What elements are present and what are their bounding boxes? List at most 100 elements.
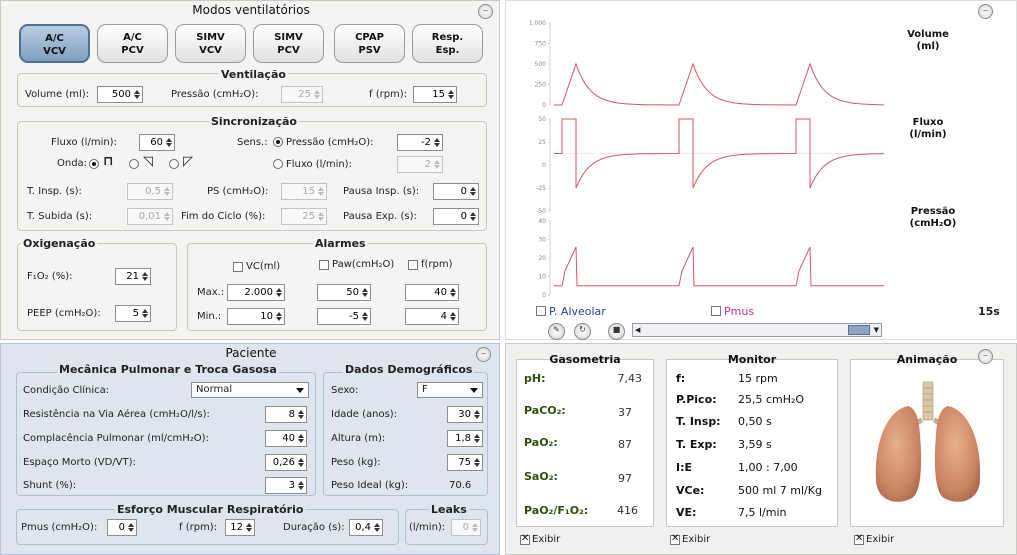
chart-1-tick-label: 50 xyxy=(538,116,546,123)
altura-label: Altura (m): xyxy=(331,433,386,444)
onda-square-radio[interactable] xyxy=(89,159,99,169)
square-wave-icon: ⊓ xyxy=(103,154,114,169)
pencil-icon[interactable]: ✎ xyxy=(548,323,565,340)
scrollbar-right-arrow[interactable]: ▼ xyxy=(874,326,879,334)
mecanica-title: Mecânica Pulmonar e Troca Gasosa xyxy=(57,363,279,376)
duracao-input[interactable]: 0,4 xyxy=(349,519,383,536)
paw-max-input[interactable]: 50 xyxy=(317,284,371,301)
fio2-input[interactable]: 21 xyxy=(115,268,151,285)
monitor-tinsp-value: 0,50 s xyxy=(738,415,772,428)
scrollbar-left-arrow[interactable]: ◀ xyxy=(635,326,640,334)
duracao-label: Duração (s): xyxy=(283,522,345,533)
vc-alarm-checkbox[interactable] xyxy=(233,262,243,272)
pao2-fio2-value: 416 xyxy=(617,504,638,517)
sao2-label: SaO₂: xyxy=(524,470,558,483)
pressao-chart-label: Pressão (cmH₂O) xyxy=(909,206,957,229)
gasometria-exibir-label: Exibir xyxy=(532,534,561,545)
peso-input[interactable]: 75 xyxy=(447,454,483,471)
espaco-morto-input[interactable]: 0,26 xyxy=(265,454,307,471)
resistencia-input[interactable]: 8 xyxy=(265,406,307,423)
tsubida-label: T. Subida (s): xyxy=(27,211,93,222)
fluxo-input[interactable]: 60 xyxy=(139,134,175,151)
monitor-vce-value: 500 ml 7 ml/Kg xyxy=(738,484,822,497)
paw-min-input[interactable]: -5 xyxy=(317,308,371,325)
charts-collapse-icon[interactable]: ‒ xyxy=(978,4,993,19)
pmus-checkbox[interactable] xyxy=(711,306,721,316)
fim-ciclo-label: Fim do Ciclo (%): xyxy=(181,211,266,222)
animacao-collapse-icon[interactable]: ‒ xyxy=(978,349,993,364)
sens-pressao-radio[interactable] xyxy=(273,137,283,147)
pmus-esforco-input[interactable]: 0 xyxy=(107,519,137,536)
ps-input[interactable]: 15 xyxy=(281,183,327,200)
min-label: Min.: xyxy=(197,311,222,322)
monitor-f-label: f: xyxy=(676,372,686,385)
mode-button-resp-esp[interactable]: Resp. Esp. xyxy=(412,24,483,63)
pao2-value: 87 xyxy=(618,438,632,451)
paco2-label: PaCO₂: xyxy=(524,404,566,417)
pausa-insp-label: Pausa Insp. (s): xyxy=(343,186,420,197)
animacao-exibir-checkbox[interactable] xyxy=(854,533,864,545)
paw-alarm-label: Paw(cmH₂O) xyxy=(332,259,395,270)
p-alveolar-checkbox[interactable] xyxy=(536,306,546,316)
modes-collapse-icon[interactable]: ‒ xyxy=(478,4,493,19)
monitor-exibir-checkbox[interactable] xyxy=(670,533,680,545)
pressao-input[interactable]: 25 xyxy=(281,86,323,103)
sens-fluxo-input[interactable]: 2 xyxy=(397,156,443,173)
pausa-exp-input[interactable]: 0 xyxy=(433,208,479,225)
timeline-scrollbar[interactable]: ◀ ▼ xyxy=(632,323,882,337)
chart-2-tick-label: 30 xyxy=(538,237,546,244)
bottom-right-panel: Gasometria pH: 7,43 PaCO₂: 37 PaO₂: 87 S… xyxy=(505,343,1017,555)
fluxo-label: Fluxo (l/min): xyxy=(51,137,117,148)
f-max-input[interactable]: 40 xyxy=(405,284,459,301)
mode-button-simv-vcv[interactable]: SIMV VCV xyxy=(175,24,246,63)
stop-icon[interactable]: ■ xyxy=(608,323,625,340)
scrollbar-thumb[interactable] xyxy=(848,325,870,335)
onda-ascending-radio[interactable] xyxy=(169,159,179,169)
tsubida-input[interactable]: 0,01 xyxy=(127,208,173,225)
volume-series-line xyxy=(554,62,885,106)
pmus-esforco-label: Pmus (cmH₂O): xyxy=(21,522,98,533)
onda-descending-radio[interactable] xyxy=(129,159,139,169)
complacencia-input[interactable]: 40 xyxy=(265,430,307,447)
sens-fluxo-radio[interactable] xyxy=(273,159,283,169)
fim-ciclo-input[interactable]: 25 xyxy=(281,208,327,225)
vc-max-input[interactable]: 2.000 xyxy=(227,284,285,301)
pausa-insp-input[interactable]: 0 xyxy=(433,183,479,200)
paciente-collapse-icon[interactable]: ‒ xyxy=(476,347,491,362)
condicao-select[interactable]: Normal xyxy=(191,382,309,398)
frequencia-label: f (rpm): xyxy=(369,89,408,100)
alarmes-title: Alarmes xyxy=(313,237,368,250)
idade-input[interactable]: 30 xyxy=(447,406,483,423)
mode-button-ac-pcv[interactable]: A/C PCV xyxy=(97,24,168,63)
volume-chart-label: Volume (ml) xyxy=(907,29,949,52)
paw-alarm-checkbox[interactable] xyxy=(319,260,329,270)
chart-0-tick-label: 1.000 xyxy=(529,20,546,27)
ph-label: pH: xyxy=(524,372,546,385)
mode-button-ac-vcv[interactable]: A/C VCV xyxy=(19,24,90,63)
leaks-input[interactable]: 0 xyxy=(451,519,481,536)
sens-pressao-input[interactable]: -2 xyxy=(397,134,443,151)
condicao-label: Condição Clínica: xyxy=(23,385,110,396)
mode-button-simv-pcv[interactable]: SIMV PCV xyxy=(253,24,324,63)
altura-input[interactable]: 1,8 xyxy=(447,430,483,447)
f-min-input[interactable]: 4 xyxy=(405,308,459,325)
paciente-panel: Paciente ‒ Mecânica Pulmonar e Troca Gas… xyxy=(0,343,500,555)
sens-pressao-label: Pressão (cmH₂O): xyxy=(286,137,374,148)
volume-input[interactable]: 500 xyxy=(97,86,143,103)
mode-button-cpap-psv[interactable]: CPAP PSV xyxy=(334,24,405,63)
shunt-input[interactable]: 3 xyxy=(265,477,307,494)
peep-input[interactable]: 5 xyxy=(115,305,151,322)
frequencia-input[interactable]: 15 xyxy=(413,86,457,103)
sexo-select[interactable]: F xyxy=(417,382,483,398)
gasometria-exibir-checkbox[interactable] xyxy=(520,533,530,545)
ventilacao-title: Ventilação xyxy=(219,68,288,81)
f-esforco-input[interactable]: 12 xyxy=(225,519,255,536)
tinsp-label: T. Insp. (s): xyxy=(27,186,82,197)
tinsp-input[interactable]: 0,5 xyxy=(127,183,173,200)
refresh-icon[interactable]: ↻ xyxy=(574,323,591,340)
descending-wave-icon: ◹ xyxy=(143,154,153,169)
lungs-animation xyxy=(875,381,981,502)
f-alarm-checkbox[interactable] xyxy=(408,260,418,270)
peep-label: PEEP (cmH₂O): xyxy=(27,308,101,319)
vc-min-input[interactable]: 10 xyxy=(227,308,285,325)
